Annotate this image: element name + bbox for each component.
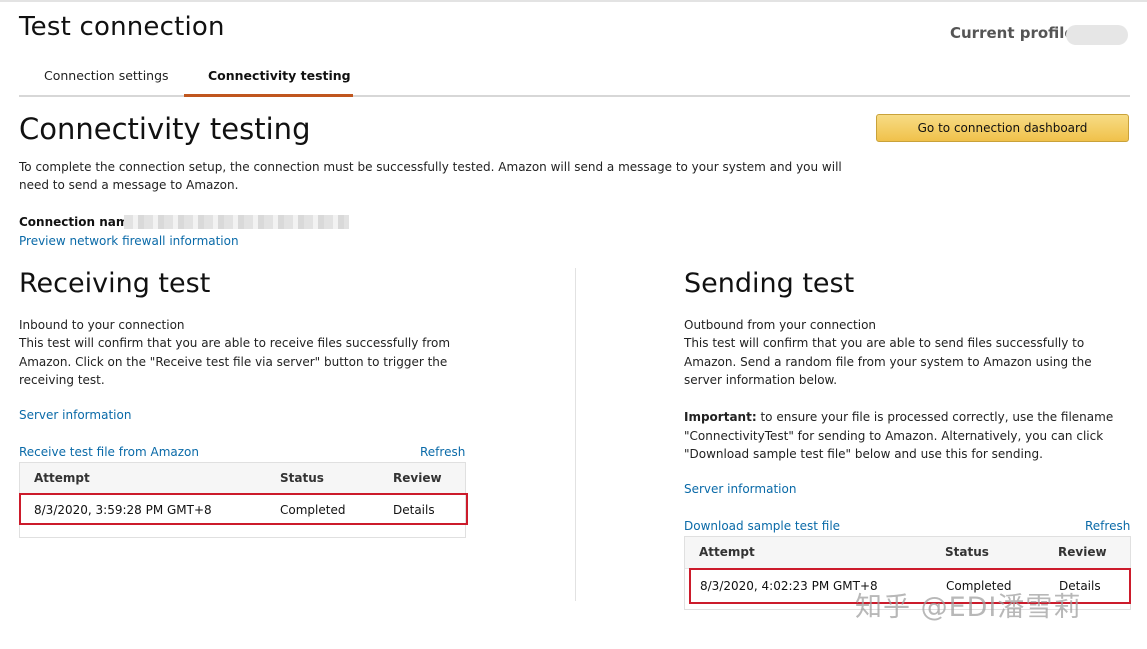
attempt-cell: 8/3/2020, 3:59:28 PM GMT+8 — [34, 503, 212, 517]
column-header-status: Status — [945, 545, 989, 559]
column-divider — [575, 268, 576, 601]
attempt-cell: 8/3/2020, 4:02:23 PM GMT+8 — [700, 579, 878, 593]
current-profile-value-redacted — [1066, 25, 1128, 45]
receive-test-file-link[interactable]: Receive test file from Amazon — [19, 445, 199, 459]
active-tab-indicator — [184, 94, 353, 97]
details-link[interactable]: Details — [393, 503, 435, 517]
table-row: 8/3/2020, 3:59:28 PM GMT+8 Completed Det… — [19, 493, 468, 525]
column-header-attempt: Attempt — [699, 545, 755, 559]
current-profile-label: Current profile — [950, 24, 1075, 42]
receiving-subtitle: Inbound to your connection — [19, 318, 185, 332]
test-connection-page: Test connection Current profile Connecti… — [0, 0, 1147, 649]
column-header-review: Review — [393, 471, 442, 485]
important-note: Important: to ensure your file is proces… — [684, 408, 1129, 464]
sending-test-title: Sending test — [684, 268, 855, 299]
sending-subtitle: Outbound from your connection — [684, 318, 877, 332]
sending-server-info-link[interactable]: Server information — [684, 482, 796, 496]
receiving-test-title: Receiving test — [19, 268, 211, 299]
receiving-description: This test will confirm that you are able… — [19, 336, 451, 387]
section-title: Connectivity testing — [19, 112, 311, 146]
intro-text: To complete the connection setup, the co… — [19, 160, 842, 192]
receiving-server-info-link[interactable]: Server information — [19, 408, 131, 422]
page-title: Test connection — [19, 12, 225, 42]
column-header-status: Status — [280, 471, 324, 485]
sending-refresh-link[interactable]: Refresh — [1085, 519, 1130, 533]
top-divider — [0, 0, 1147, 2]
receiving-attempts-table: Attempt Status Review 8/3/2020, 3:59:28 … — [19, 462, 468, 538]
table-header: Attempt Status Review — [685, 537, 1130, 569]
receiving-refresh-link[interactable]: Refresh — [420, 445, 465, 459]
column-header-attempt: Attempt — [34, 471, 90, 485]
firewall-info-link[interactable]: Preview network firewall information — [19, 234, 239, 248]
tab-connectivity-testing[interactable]: Connectivity testing — [208, 68, 351, 83]
sending-description: This test will confirm that you are able… — [684, 336, 1092, 387]
column-header-review: Review — [1058, 545, 1107, 559]
tab-connection-settings[interactable]: Connection settings — [44, 68, 169, 83]
download-sample-file-link[interactable]: Download sample test file — [684, 519, 840, 533]
table-header: Attempt Status Review — [20, 463, 465, 495]
go-to-dashboard-button[interactable]: Go to connection dashboard — [876, 114, 1129, 142]
watermark-text: 知乎 @EDI潘雪莉 — [855, 592, 1082, 623]
connection-name-value-redacted — [124, 215, 349, 229]
important-label: Important: — [684, 410, 757, 424]
connection-name-label: Connection name — [19, 215, 137, 229]
status-cell: Completed — [280, 503, 346, 517]
